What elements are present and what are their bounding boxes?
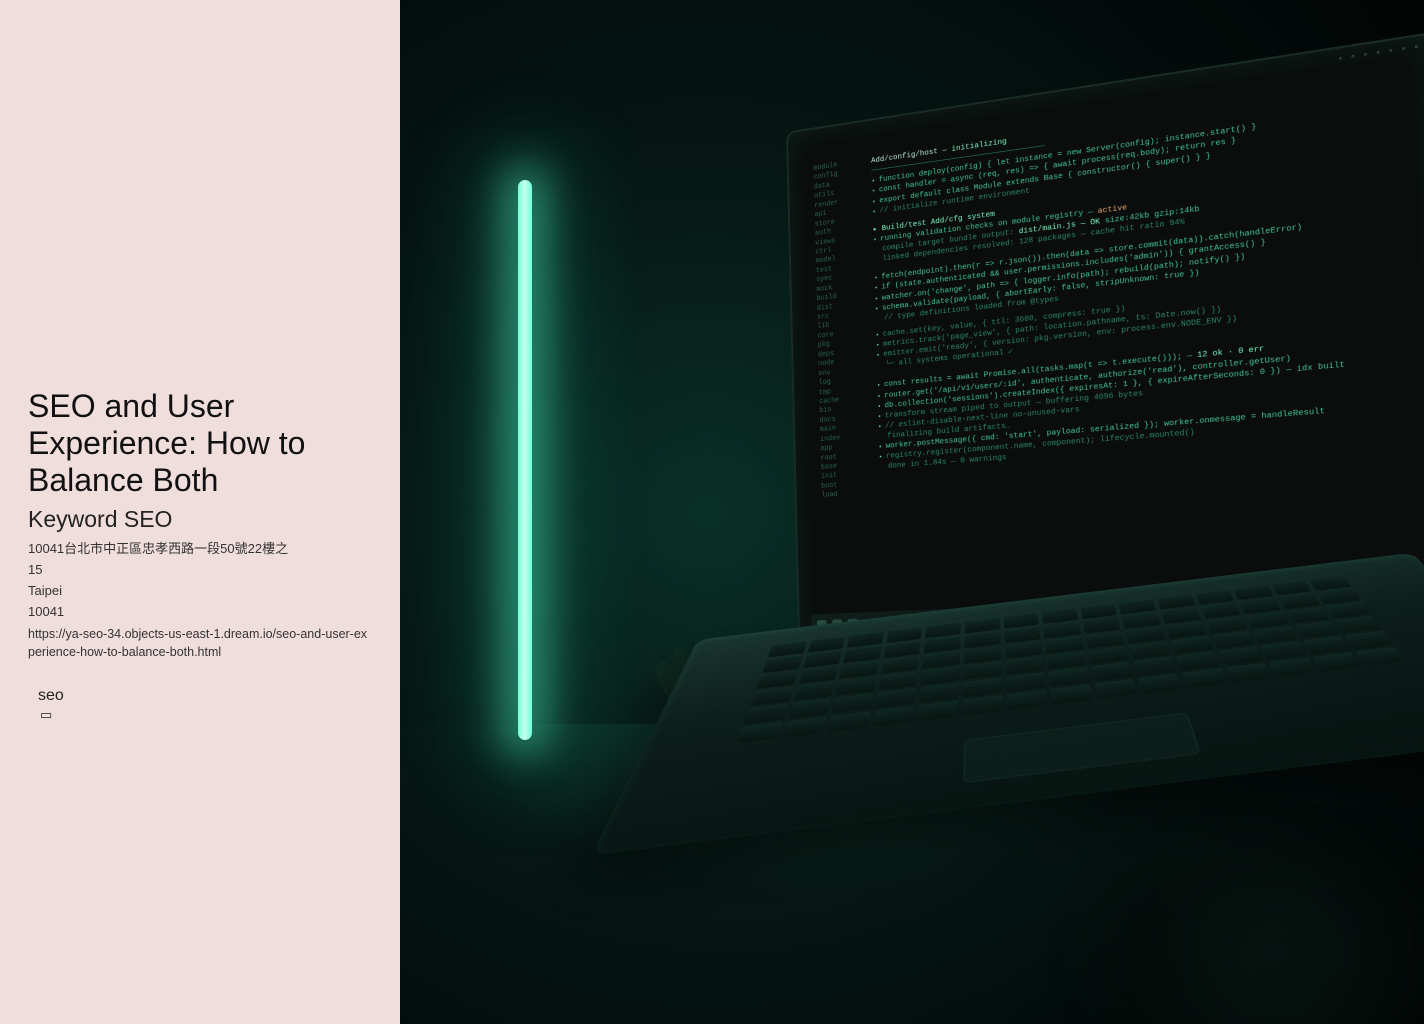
tag-icon: ▭ [40,707,372,723]
address-number: 15 [28,560,372,581]
trackpad [963,712,1200,783]
page-subtitle: Keyword SEO [28,506,372,533]
page-url: https://ya-seo-34.objects-us-east-1.drea… [28,625,372,661]
tag-section: seo ▭ [38,687,372,723]
laptop-screen: ▫▫▫▫▫▫▫ moduleconfigdatautilsrenderapist… [786,32,1424,645]
laptop: ▫▫▫▫▫▫▫ moduleconfigdatautilsrenderapist… [720,103,1424,927]
address-line: 10041台北市中正區忠孝西路一段50號22樓之 [28,539,372,560]
address-postal: 10041 [28,602,372,623]
content-block: SEO and User Experience: How to Balance … [28,388,372,723]
meta-block: 10041台北市中正區忠孝西路一段50號22樓之 15 Taipei 10041… [28,539,372,660]
hero-image: ▫▫▫▫▫▫▫ moduleconfigdatautilsrenderapist… [400,0,1424,1024]
light-tube [518,180,532,740]
left-panel: SEO and User Experience: How to Balance … [0,0,400,1024]
code-editor: moduleconfigdatautilsrenderapistoreauthv… [807,68,1424,604]
page-title: SEO and User Experience: How to Balance … [28,388,372,498]
address-city: Taipei [28,581,372,602]
tag-label: seo [38,687,372,705]
